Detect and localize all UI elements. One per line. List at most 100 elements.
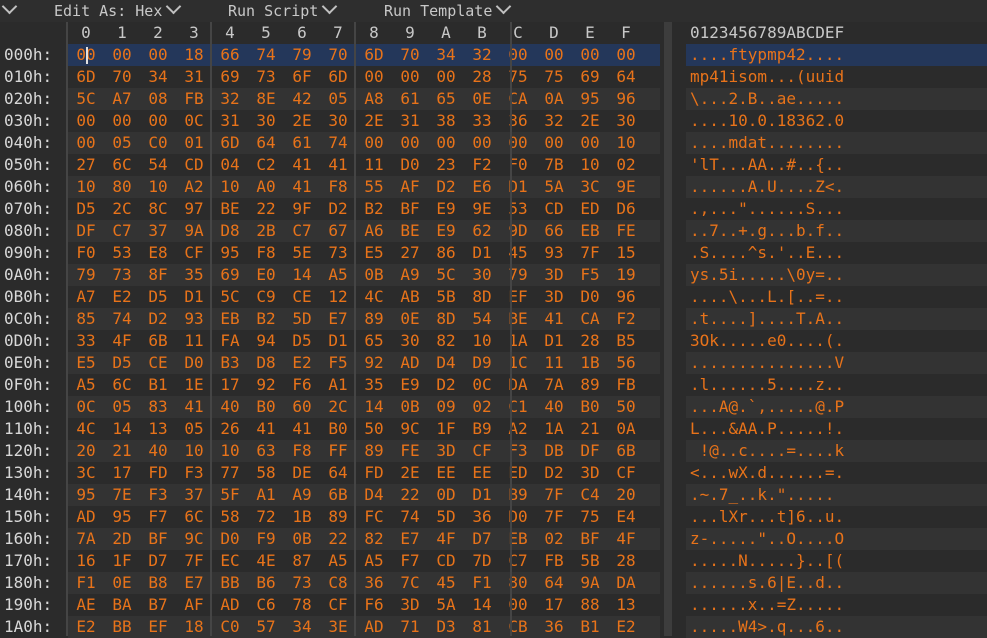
hex-byte[interactable]: 6B — [608, 440, 644, 462]
hex-byte[interactable]: 5B — [572, 550, 608, 572]
hex-byte[interactable]: 79 — [500, 264, 536, 286]
hex-byte[interactable]: D5 — [284, 330, 320, 352]
hex-byte[interactable]: 38 — [428, 110, 464, 132]
hex-byte[interactable]: D5 — [68, 198, 104, 220]
hex-byte[interactable]: 69 — [572, 66, 608, 88]
ascii-text[interactable]: z-....."..O....O — [690, 528, 844, 550]
hex-byte[interactable]: FB — [176, 88, 212, 110]
hex-byte[interactable]: 70 — [392, 44, 428, 66]
hex-byte[interactable]: 95 — [572, 88, 608, 110]
hex-byte[interactable]: E7 — [320, 308, 356, 330]
ascii-text[interactable]: <...wX.d......=. — [690, 462, 844, 484]
hex-byte[interactable]: 64 — [608, 66, 644, 88]
hex-byte[interactable]: 73 — [284, 572, 320, 594]
hex-byte[interactable]: 00 — [140, 44, 176, 66]
hex-byte[interactable]: 37 — [176, 484, 212, 506]
hex-byte[interactable]: FB — [608, 374, 644, 396]
ascii-text[interactable]: ....10.0.18362.0 — [690, 110, 844, 132]
hex-byte[interactable]: C7 — [500, 550, 536, 572]
hex-byte[interactable]: D6 — [608, 198, 644, 220]
hex-byte[interactable]: 73 — [104, 264, 140, 286]
hex-byte[interactable]: 3D — [572, 462, 608, 484]
hex-byte[interactable]: 94 — [248, 330, 284, 352]
hex-byte[interactable]: 04 — [212, 154, 248, 176]
hex-byte[interactable]: 82 — [428, 330, 464, 352]
hex-byte[interactable]: B0 — [248, 396, 284, 418]
hex-byte[interactable]: 0E — [392, 308, 428, 330]
hex-byte[interactable]: 71 — [392, 616, 428, 638]
hex-byte[interactable]: F7 — [392, 550, 428, 572]
hex-byte[interactable]: 5C — [68, 88, 104, 110]
hex-byte[interactable]: AB — [392, 286, 428, 308]
hex-byte[interactable]: 35 — [356, 374, 392, 396]
run-template-dropdown[interactable]: Run Template — [384, 0, 512, 20]
hex-byte[interactable]: 05 — [176, 418, 212, 440]
hex-byte[interactable]: 0E — [464, 88, 500, 110]
hex-byte[interactable]: A1 — [320, 374, 356, 396]
hex-byte[interactable]: FA — [212, 330, 248, 352]
hex-byte[interactable]: CD — [536, 198, 572, 220]
hex-byte[interactable]: 3C — [68, 462, 104, 484]
hex-byte[interactable]: 31 — [212, 110, 248, 132]
hex-byte[interactable]: 7F — [536, 506, 572, 528]
hex-byte[interactable]: FE — [392, 440, 428, 462]
hex-byte[interactable]: E8 — [140, 242, 176, 264]
hex-byte[interactable]: F9 — [248, 528, 284, 550]
hex-byte[interactable]: DF — [68, 220, 104, 242]
hex-byte[interactable]: E2 — [608, 616, 644, 638]
hex-byte[interactable]: A2 — [500, 418, 536, 440]
hex-byte[interactable]: A2 — [176, 176, 212, 198]
hex-byte[interactable]: 08 — [140, 88, 176, 110]
hex-byte[interactable]: 89 — [320, 506, 356, 528]
hex-byte[interactable]: 2C — [320, 396, 356, 418]
hex-byte[interactable]: 2E — [356, 110, 392, 132]
hex-byte[interactable]: 11 — [176, 330, 212, 352]
hex-byte[interactable]: FC — [356, 506, 392, 528]
hex-byte[interactable]: 67 — [320, 220, 356, 242]
hex-byte[interactable]: E0 — [248, 264, 284, 286]
hex-byte[interactable]: 7C — [392, 572, 428, 594]
hex-byte[interactable]: 9C — [392, 418, 428, 440]
hex-byte[interactable]: D2 — [140, 308, 176, 330]
hex-byte[interactable]: BF — [572, 528, 608, 550]
hex-byte[interactable]: 30 — [464, 264, 500, 286]
hex-byte[interactable]: 0C — [464, 374, 500, 396]
hex-byte[interactable]: C6 — [248, 594, 284, 616]
ascii-text[interactable]: \...2.B..ae..... — [690, 88, 844, 110]
hex-byte[interactable]: D5 — [140, 286, 176, 308]
hex-byte[interactable]: 0C — [176, 110, 212, 132]
hex-byte[interactable]: 97 — [176, 198, 212, 220]
hex-byte[interactable]: 65 — [356, 330, 392, 352]
hex-byte[interactable]: F2 — [464, 154, 500, 176]
hex-byte[interactable]: CA — [500, 88, 536, 110]
hex-byte[interactable]: 95 — [212, 242, 248, 264]
hex-byte[interactable]: BE — [212, 198, 248, 220]
hex-byte[interactable]: 00 — [536, 132, 572, 154]
hex-byte[interactable]: 92 — [248, 374, 284, 396]
hex-byte[interactable]: 80 — [500, 572, 536, 594]
hex-byte[interactable]: 1F — [104, 550, 140, 572]
hex-byte[interactable]: 34 — [284, 616, 320, 638]
hex-byte[interactable]: 61 — [284, 132, 320, 154]
hex-byte[interactable]: 4E — [248, 550, 284, 572]
hex-byte[interactable]: 33 — [464, 110, 500, 132]
table-row[interactable]: 150h: AD 95 F7 6C 58 72 1B 89 FC 74 5D 36 D0 7F 75 E4...… — [0, 506, 987, 528]
hex-byte[interactable]: 00 — [392, 66, 428, 88]
hex-byte[interactable]: 83 — [140, 396, 176, 418]
hex-byte[interactable]: D1 — [320, 330, 356, 352]
hex-byte[interactable]: 0C — [68, 396, 104, 418]
hex-byte[interactable]: DB — [536, 440, 572, 462]
hex-byte[interactable]: E2 — [284, 352, 320, 374]
hex-byte[interactable]: D1 — [536, 330, 572, 352]
hex-byte[interactable]: 00 — [500, 594, 536, 616]
hex-ascii-splitter[interactable] — [664, 22, 672, 636]
hex-byte[interactable]: A5 — [320, 550, 356, 572]
hex-byte[interactable]: 23 — [428, 154, 464, 176]
hex-byte[interactable]: E2 — [68, 616, 104, 638]
hex-byte[interactable]: 31 — [392, 110, 428, 132]
hex-byte[interactable]: BB — [104, 616, 140, 638]
hex-byte[interactable]: 00 — [68, 110, 104, 132]
hex-byte[interactable]: 14 — [356, 396, 392, 418]
hex-byte[interactable]: 0B — [392, 396, 428, 418]
hex-byte[interactable]: 82 — [356, 528, 392, 550]
